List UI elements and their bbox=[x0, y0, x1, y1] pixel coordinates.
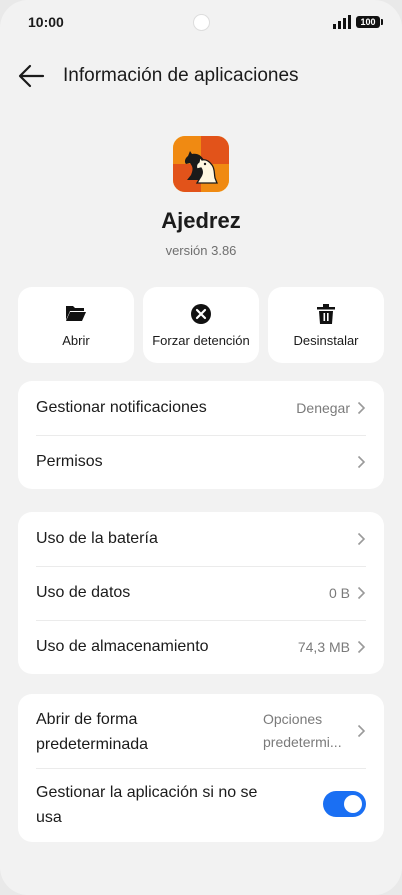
notifications-card: Gestionar notificaciones Denegar Permiso… bbox=[18, 381, 384, 489]
status-bar: 10:00 100 bbox=[0, 0, 402, 44]
open-by-default-value: Opciones predetermi... bbox=[263, 711, 342, 750]
chevron-right-icon bbox=[357, 586, 366, 600]
data-usage-value: 0 B bbox=[328, 585, 350, 601]
action-buttons: Abrir Forzar detención Desinstalar bbox=[18, 287, 384, 363]
chevron-right-icon bbox=[357, 640, 366, 654]
manage-notifications-row[interactable]: Gestionar notificaciones Denegar bbox=[18, 381, 384, 435]
force-stop-label: Forzar detención bbox=[152, 333, 250, 348]
uninstall-button[interactable]: Desinstalar bbox=[268, 287, 384, 363]
manage-notifications-label: Gestionar notificaciones bbox=[36, 399, 207, 416]
open-by-default-row[interactable]: Abrir de forma predeterminada Opciones p… bbox=[18, 694, 384, 768]
page-title: Información de aplicaciones bbox=[63, 65, 299, 86]
force-stop-button[interactable]: Forzar detención bbox=[143, 287, 259, 363]
close-circle-icon bbox=[191, 304, 211, 324]
manage-unused-app-toggle[interactable] bbox=[323, 791, 366, 817]
chevron-right-icon bbox=[357, 532, 366, 546]
chevron-right-icon bbox=[357, 455, 366, 469]
open-label: Abrir bbox=[62, 333, 90, 348]
storage-usage-label: Uso de almacenamiento bbox=[36, 638, 209, 655]
signal-icon bbox=[333, 15, 351, 29]
defaults-card: Abrir de forma predeterminada Opciones p… bbox=[18, 694, 384, 842]
battery-usage-label: Uso de la batería bbox=[36, 530, 158, 547]
app-bar: Información de aplicaciones bbox=[0, 52, 402, 100]
open-by-default-label: Abrir de forma predeterminada bbox=[36, 711, 149, 753]
trash-icon bbox=[317, 304, 335, 324]
app-info-screen: 10:00 100 Información de aplicaciones Aj… bbox=[0, 0, 402, 895]
storage-usage-value: 74,3 MB bbox=[297, 639, 350, 655]
chess-app-icon bbox=[173, 136, 229, 192]
battery-icon: 100 bbox=[356, 16, 383, 28]
manage-unused-app-label: Gestionar la aplicación si no se usa bbox=[36, 784, 258, 826]
data-usage-row[interactable]: Uso de datos 0 B bbox=[18, 566, 384, 620]
data-usage-label: Uso de datos bbox=[36, 584, 131, 601]
front-camera bbox=[193, 14, 210, 31]
folder-open-icon bbox=[66, 306, 86, 321]
manage-unused-app-row: Gestionar la aplicación si no se usa bbox=[18, 768, 384, 842]
storage-usage-row[interactable]: Uso de almacenamiento 74,3 MB bbox=[18, 620, 384, 674]
battery-usage-row[interactable]: Uso de la batería bbox=[18, 512, 384, 566]
app-name: Ajedrez bbox=[161, 208, 241, 233]
usage-card: Uso de la batería Uso de datos 0 B Uso d… bbox=[18, 512, 384, 674]
permissions-row[interactable]: Permisos bbox=[18, 435, 384, 489]
uninstall-label: Desinstalar bbox=[293, 333, 359, 348]
back-arrow-icon[interactable] bbox=[16, 62, 46, 90]
manage-notifications-value: Denegar bbox=[296, 400, 350, 416]
open-button[interactable]: Abrir bbox=[18, 287, 134, 363]
chevron-right-icon bbox=[357, 401, 366, 415]
permissions-label: Permisos bbox=[36, 453, 103, 470]
app-version: versión 3.86 bbox=[165, 243, 237, 258]
chevron-right-icon bbox=[357, 724, 366, 738]
status-time: 10:00 bbox=[28, 14, 64, 30]
